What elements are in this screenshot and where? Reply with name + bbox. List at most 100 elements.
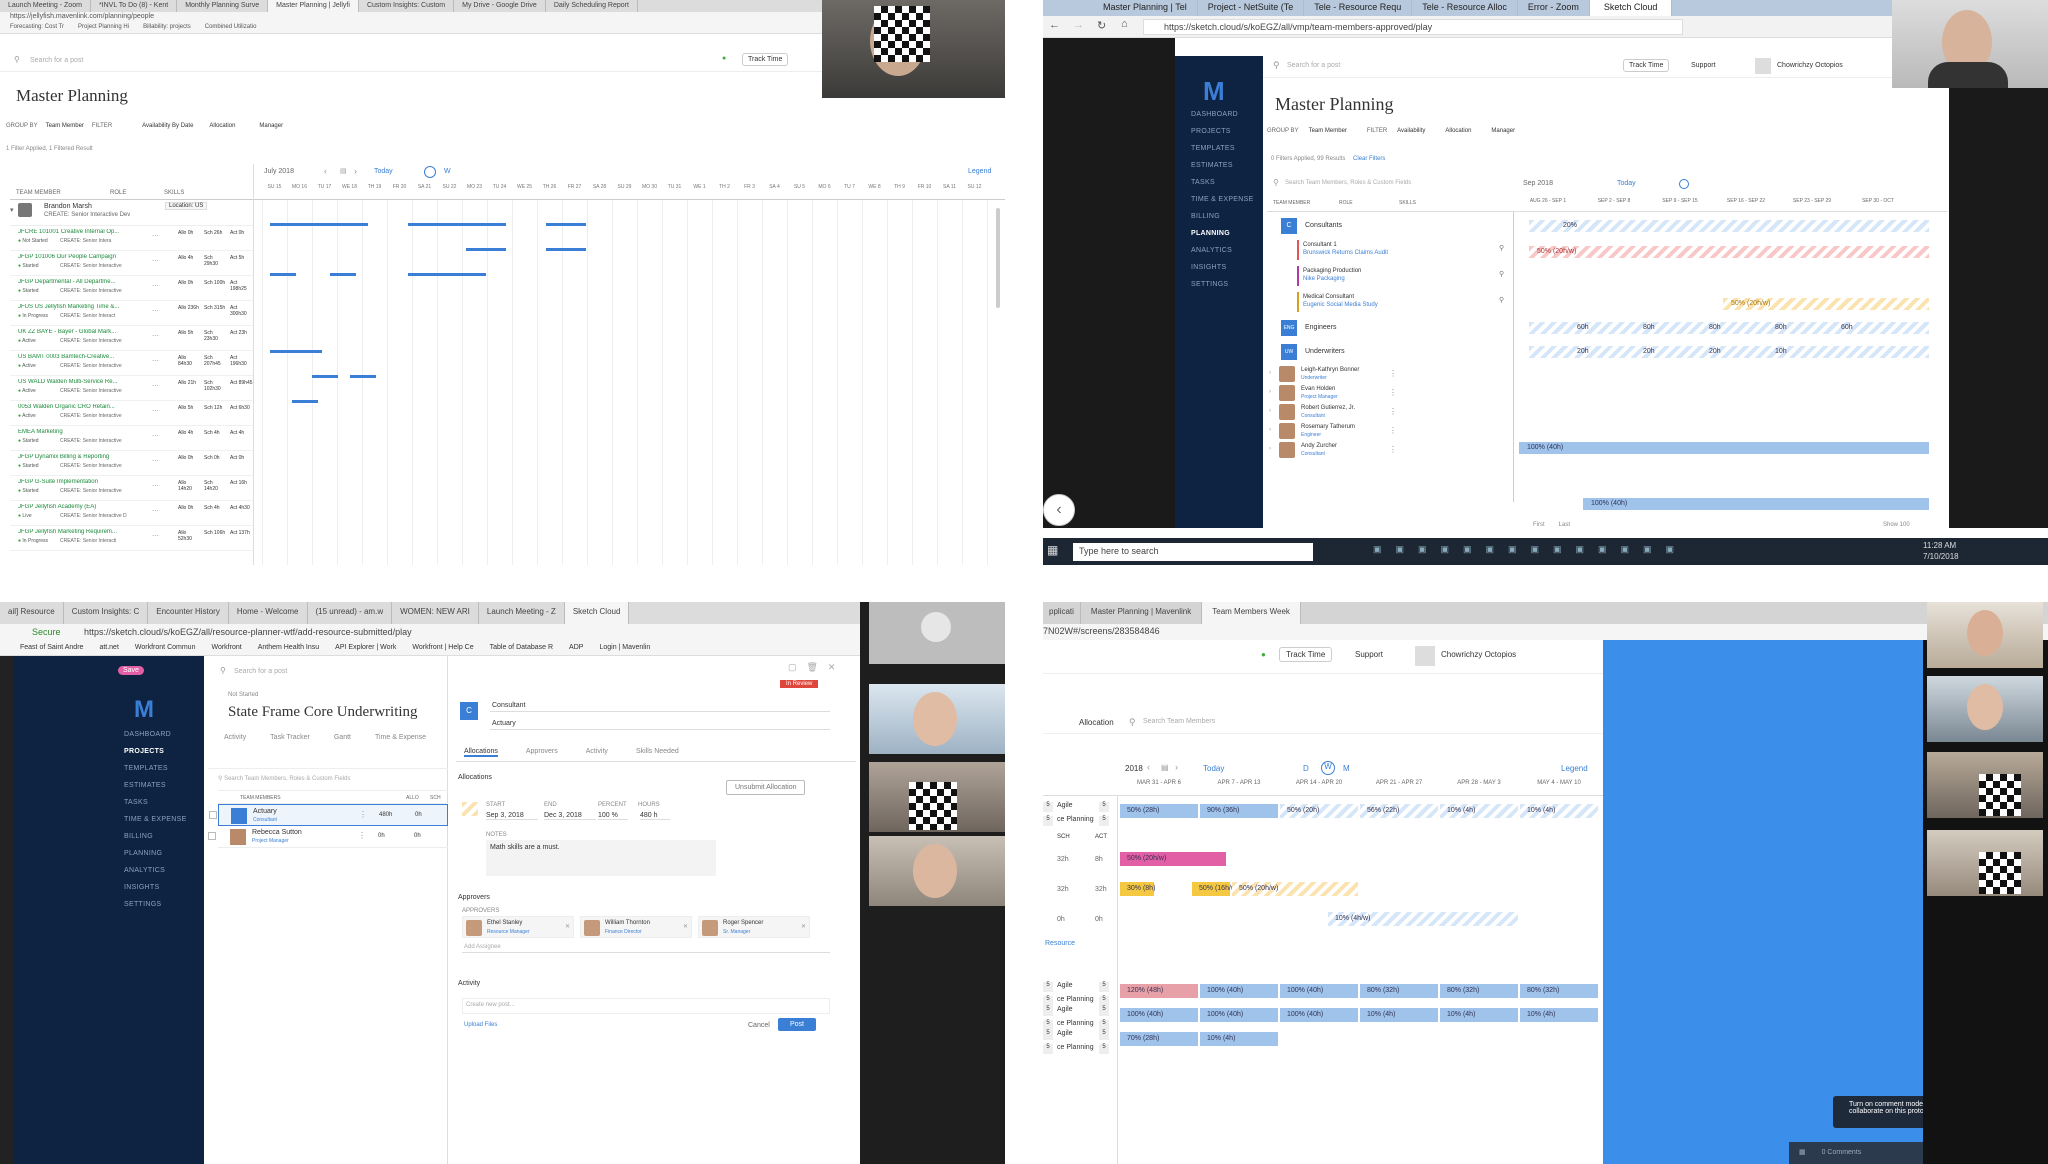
comments-button[interactable]: 0 Comments bbox=[1822, 1149, 1862, 1156]
manager-select[interactable]: Manager bbox=[259, 123, 283, 129]
day-view-toggle[interactable] bbox=[424, 166, 436, 178]
row-label[interactable]: Agile bbox=[1057, 1030, 1073, 1037]
nav-item-templates[interactable]: TEMPLATES bbox=[1191, 140, 1263, 157]
browser-tab[interactable]: ail] Resource bbox=[0, 602, 64, 624]
project-name[interactable]: JFUS US Jellyfish Marketing Time &... bbox=[18, 304, 146, 310]
project-row[interactable]: JFGP 101006 Our People Campaign ● Started… bbox=[10, 251, 253, 276]
nav-item-analytics[interactable]: ANALYTICS bbox=[1191, 242, 1263, 259]
support-menu[interactable]: Support bbox=[1691, 62, 1716, 69]
start-date-input[interactable]: Sep 3, 2018 bbox=[486, 812, 538, 820]
allocation-bar[interactable] bbox=[546, 223, 586, 226]
allocations-section-header[interactable]: Allocations bbox=[458, 774, 492, 781]
col-allo[interactable]: ALLO bbox=[406, 795, 419, 801]
consultant-role[interactable]: Packaging Production bbox=[1303, 268, 1361, 274]
nav-item-settings[interactable]: SETTINGS bbox=[1191, 276, 1263, 293]
timer-icon[interactable]: ● bbox=[722, 55, 726, 62]
today-button[interactable]: Today bbox=[1617, 180, 1636, 187]
robert-allocation-bar[interactable]: 100% (40h) bbox=[1583, 498, 1929, 510]
remove-icon[interactable]: ✕ bbox=[565, 923, 570, 930]
nav-item-tasks[interactable]: TASKS bbox=[124, 794, 187, 811]
allocation-bar[interactable] bbox=[350, 375, 376, 378]
track-time-button[interactable]: Track Time bbox=[1279, 647, 1333, 662]
back-icon[interactable]: ← bbox=[1049, 19, 1060, 31]
forward-icon[interactable]: → bbox=[1073, 19, 1084, 31]
prev-icon[interactable]: ‹ bbox=[324, 166, 327, 176]
row-actions-icon[interactable]: ⋯ bbox=[152, 432, 159, 440]
light-allocation-bar[interactable]: 10% (4h/w) bbox=[1328, 912, 1518, 926]
filter-select[interactable]: Availability By Date bbox=[142, 123, 193, 129]
nav-item-dashboard[interactable]: DASHBOARD bbox=[1191, 106, 1263, 123]
bookmark[interactable]: Feast of Saint Andre bbox=[20, 644, 83, 653]
save-button[interactable]: Save bbox=[118, 666, 144, 675]
project-row[interactable]: JFCRE 101001 Creative Internal Op... ● No… bbox=[10, 226, 253, 251]
browser-tab[interactable]: Home - Welcome bbox=[229, 602, 308, 624]
row-label[interactable]: ce Planning bbox=[1057, 1044, 1094, 1051]
pager-first[interactable]: First bbox=[1533, 522, 1545, 528]
allocation-bar[interactable] bbox=[270, 350, 322, 353]
legend-link[interactable]: Legend bbox=[968, 168, 991, 175]
consultant-project[interactable]: Eugenic Social Media Study bbox=[1303, 302, 1378, 308]
project-row[interactable]: JFGP Jellyfish Marketing Requirem... ● In… bbox=[10, 526, 253, 551]
tab-activity[interactable]: Activity bbox=[586, 748, 608, 757]
group-name[interactable]: Consultants bbox=[1305, 222, 1342, 229]
tab-task-tracker[interactable]: Task Tracker bbox=[270, 734, 310, 741]
col-role[interactable]: ROLE bbox=[1339, 200, 1353, 206]
row-actions-icon[interactable]: ⋯ bbox=[152, 257, 159, 265]
project-name[interactable]: JFGP 101006 Our People Campaign bbox=[18, 254, 146, 260]
allocation-bar[interactable]: 80% (32h) bbox=[1520, 984, 1598, 998]
taskbar-app-icons[interactable]: ▣▣▣▣▣▣▣▣▣▣▣▣▣▣ bbox=[1373, 544, 1688, 555]
hours-input[interactable]: 480 h bbox=[640, 812, 670, 820]
col-team-member[interactable]: TEAM MEMBER bbox=[16, 190, 61, 196]
refresh-icon[interactable]: ↻ bbox=[1097, 19, 1106, 32]
bookmark[interactable]: API Explorer | Work bbox=[335, 644, 396, 653]
allocation-bar[interactable]: 50% (20h) bbox=[1280, 804, 1358, 818]
allocation-bar[interactable]: 10% (4h) bbox=[1520, 1008, 1598, 1022]
col-team-member[interactable]: TEAM MEMBER bbox=[1273, 200, 1310, 206]
browser-tab[interactable]: Launch Meeting - Z bbox=[479, 602, 565, 624]
bookmark[interactable]: att.net bbox=[99, 644, 118, 653]
overallocated-bar[interactable]: 50% (20h/w) bbox=[1529, 246, 1929, 258]
calendar-icon[interactable]: ▤ bbox=[340, 167, 347, 175]
kebab-menu-icon[interactable]: ⋮ bbox=[1389, 426, 1397, 435]
clear-filters-link[interactable]: Clear Filters bbox=[1353, 156, 1385, 162]
nav-item-dashboard[interactable]: DASHBOARD bbox=[124, 726, 187, 743]
allocation-bar[interactable] bbox=[546, 248, 586, 251]
member-name[interactable]: Actuary bbox=[253, 808, 277, 815]
expand-icon[interactable]: › bbox=[1269, 427, 1271, 433]
track-time-button[interactable]: Track Time bbox=[1623, 59, 1670, 72]
nav-item-analytics[interactable]: ANALYTICS bbox=[124, 862, 187, 879]
bookmark[interactable]: Workfront | Help Ce bbox=[412, 644, 473, 653]
row-actions-icon[interactable]: ⋯ bbox=[152, 482, 159, 490]
app-logo[interactable]: M bbox=[1203, 76, 1225, 107]
pager-last[interactable]: Last bbox=[1559, 522, 1570, 528]
search-input[interactable]: Search for a post bbox=[30, 57, 83, 64]
project-name[interactable]: JFGP Dynamix Billing & Reporting bbox=[18, 454, 146, 460]
project-row[interactable]: JFGP Dynamix Billing & Reporting ● Starte… bbox=[10, 451, 253, 476]
project-name[interactable]: JFGP Jellyfish Marketing Requirem... bbox=[18, 529, 146, 535]
search-input[interactable]: Search for a post bbox=[234, 668, 287, 675]
allocation-bar[interactable]: 10% (4h) bbox=[1440, 1008, 1518, 1022]
kebab-menu-icon[interactable]: ⋮ bbox=[1389, 407, 1397, 416]
browser-tab[interactable]: Encounter History bbox=[148, 602, 229, 624]
month-view-toggle[interactable]: M bbox=[1343, 764, 1350, 773]
group-by-select[interactable]: Team Member bbox=[46, 123, 84, 129]
col-skills[interactable]: SKILLS bbox=[164, 190, 184, 196]
allocation-bar[interactable]: 100% (40h) bbox=[1200, 984, 1278, 998]
tab-time-expense[interactable]: Time & Expense bbox=[375, 734, 426, 741]
col-sch[interactable]: SCH bbox=[430, 795, 441, 801]
underwriter-capacity-bar[interactable]: 20h 20h 20h 10h bbox=[1529, 346, 1929, 358]
person-name[interactable]: Robert Gutierrez, Jr. bbox=[1301, 405, 1355, 411]
manager-select[interactable]: Manager bbox=[1491, 128, 1515, 142]
week-view-toggle[interactable]: W bbox=[444, 168, 451, 175]
row-checkbox[interactable] bbox=[208, 832, 216, 840]
app-logo[interactable]: M bbox=[134, 696, 154, 724]
allocation-bar[interactable]: 10% (4h) bbox=[1200, 1032, 1278, 1046]
bookmark[interactable]: Workfront Commun bbox=[135, 644, 196, 653]
project-status[interactable]: Not Started bbox=[228, 692, 258, 698]
allocation-bar[interactable]: 100% (40h) bbox=[1120, 1008, 1198, 1022]
project-name[interactable]: US WALD Walden Multi-Service Re... bbox=[18, 379, 146, 385]
remove-icon[interactable]: ✕ bbox=[683, 923, 688, 930]
bookmark[interactable]: Combined Utilizatio bbox=[205, 24, 257, 32]
browser-tab[interactable]: Monthly Planning Surve bbox=[177, 0, 269, 12]
col-role[interactable]: ROLE bbox=[110, 190, 126, 196]
